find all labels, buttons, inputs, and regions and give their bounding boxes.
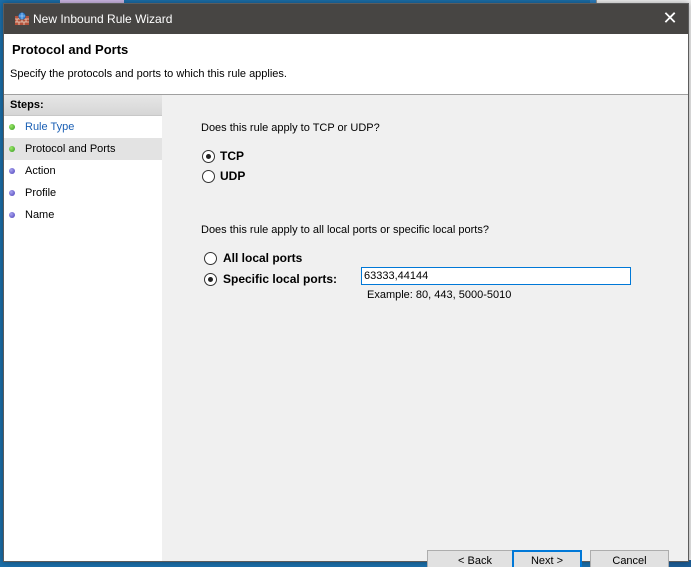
ports-input[interactable]: 63333,44144 [361,267,631,285]
step-complete-icon [9,124,15,130]
back-button[interactable]: < Back [427,550,523,567]
step-label: Action [25,165,56,177]
step-label: Profile [25,187,57,199]
protocol-question: Does this rule apply to TCP or UDP? [201,122,380,134]
udp-label[interactable]: UDP [220,169,245,183]
page-title: Protocol and Ports [12,42,129,57]
radio-button[interactable] [204,273,217,286]
ports-example: Example: 80, 443, 5000-5010 [367,289,512,301]
step-label: Protocol and Ports [25,143,116,155]
next-button[interactable]: Next > [512,550,582,567]
step-profile: Profile [4,182,162,204]
window-title: New Inbound Rule Wizard [33,12,173,26]
step-current-icon [9,146,15,152]
step-pending-icon [9,212,15,218]
firewall-icon [15,12,29,25]
step-rule-type[interactable]: Rule Type [4,116,162,138]
steps-panel: Steps: Rule Type Protocol and Ports Acti… [4,95,162,561]
content-panel: Does this rule apply to TCP or UDP? TCP … [166,95,688,567]
steps-title: Steps: [4,95,162,116]
page-header: Protocol and Ports Specify the protocols… [4,34,688,95]
step-label: Name [25,209,55,221]
step-pending-icon [9,190,15,196]
wizard-dialog: New Inbound Rule Wizard ✕ Protocol and P… [3,3,689,567]
title-bar[interactable]: New Inbound Rule Wizard ✕ [4,4,688,34]
step-action: Action [4,160,162,182]
page-description: Specify the protocols and ports to which… [10,68,287,80]
cancel-button[interactable]: Cancel [590,550,669,567]
tcp-label[interactable]: TCP [220,149,244,163]
radio-button[interactable] [204,252,217,265]
all-local-ports-label[interactable]: All local ports [223,251,302,265]
step-pending-icon [9,168,15,174]
ports-question: Does this rule apply to all local ports … [201,224,489,236]
step-protocol-and-ports[interactable]: Protocol and Ports [4,138,162,160]
radio-button[interactable] [202,170,215,183]
step-label: Rule Type [25,121,75,133]
step-name: Name [4,204,162,226]
specific-local-ports-label[interactable]: Specific local ports: [223,272,337,286]
close-icon[interactable]: ✕ [652,4,688,34]
radio-button[interactable] [202,150,215,163]
